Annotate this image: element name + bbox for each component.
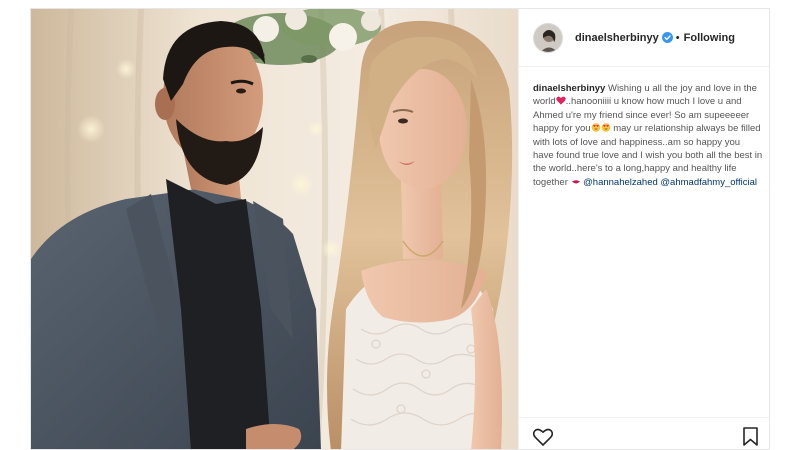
following-button[interactable]: Following: [684, 32, 735, 44]
post-caption: dinaelsherbinyy Wishing u all the joy an…: [533, 82, 763, 189]
heart-eyes-emoji-icon: [591, 123, 600, 133]
kiss-emoji-icon: [571, 179, 580, 184]
mention-link-ahmadfahmy[interactable]: @ahmadfahmy_official: [660, 177, 757, 188]
action-bar: [519, 417, 769, 449]
post-photo[interactable]: [31, 9, 518, 449]
couple-photo-illustration: [31, 9, 518, 449]
avatar[interactable]: [533, 22, 563, 53]
heart-icon[interactable]: [533, 428, 553, 446]
username-link[interactable]: dinaelsherbinyy: [575, 32, 659, 44]
caption-username-link[interactable]: dinaelsherbinyy: [533, 83, 605, 94]
post-side-panel: dinaelsherbinyy • Following dinaelsherbi…: [518, 9, 769, 449]
instagram-post: dinaelsherbinyy • Following dinaelsherbi…: [30, 8, 770, 450]
post-header: dinaelsherbinyy • Following: [519, 9, 769, 67]
bookmark-icon[interactable]: [743, 427, 758, 446]
separator-dot: •: [675, 31, 680, 44]
avatar-image: [534, 23, 562, 52]
mention-link-hannahelzahed[interactable]: @hannahelzahed: [583, 177, 658, 188]
verified-badge-icon: [661, 32, 673, 43]
heart-emoji-icon: [556, 97, 566, 106]
heart-eyes-emoji-icon-2: [601, 123, 610, 133]
